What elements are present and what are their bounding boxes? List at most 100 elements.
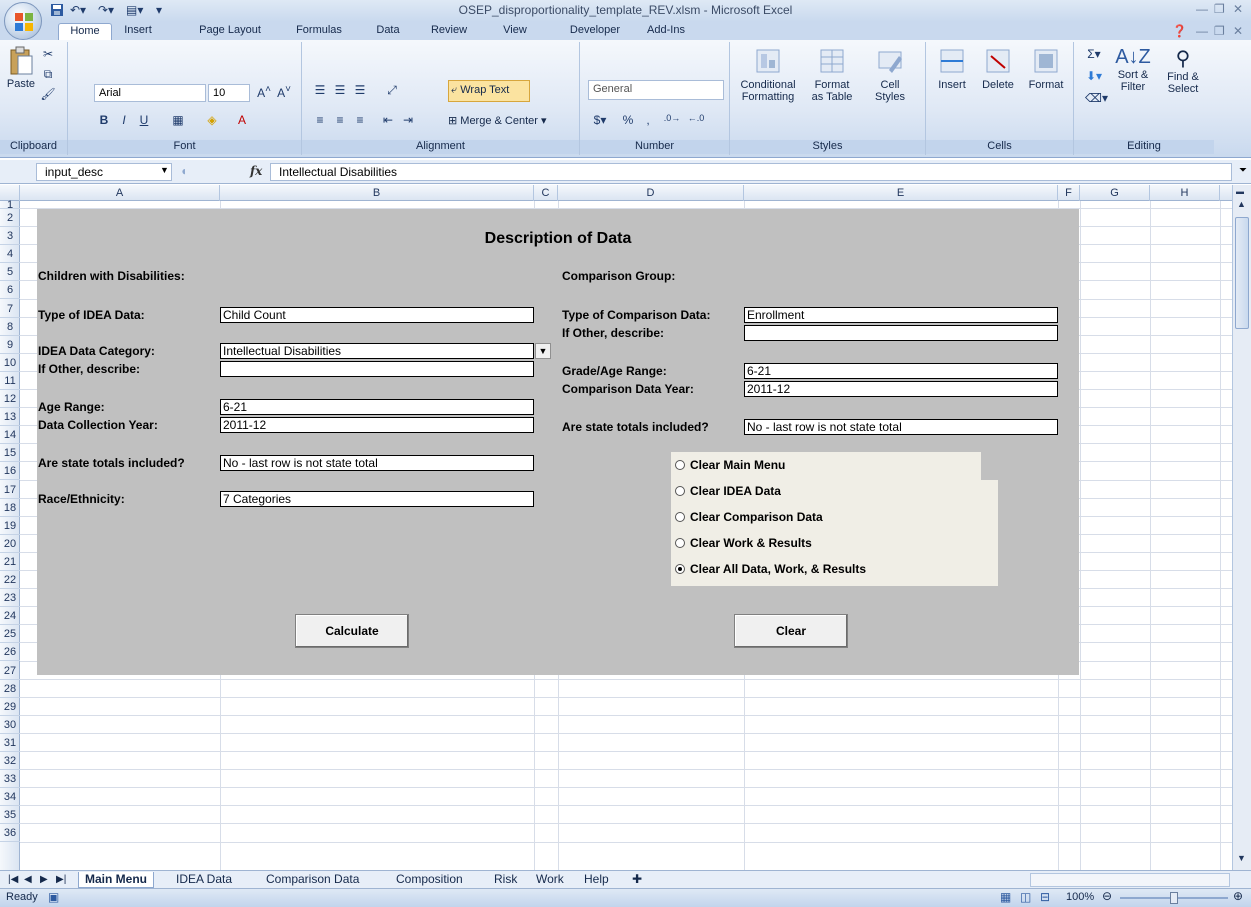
row-header[interactable]: 13 bbox=[0, 408, 20, 427]
find-select-button[interactable]: ⚲ Find & Select bbox=[1160, 46, 1206, 95]
tab-review[interactable]: Review bbox=[425, 23, 473, 40]
tab-data[interactable]: Data bbox=[370, 23, 406, 40]
sheet-tab-risk[interactable]: Risk bbox=[488, 872, 523, 888]
row-header[interactable]: 22 bbox=[0, 571, 20, 590]
radio-clear-comparison-data[interactable]: Clear Comparison Data bbox=[675, 510, 823, 530]
ribbon-minimize-icon[interactable]: — bbox=[1196, 24, 1208, 38]
sort-filter-button[interactable]: A↓Z Sort & Filter bbox=[1110, 46, 1156, 93]
italic-icon[interactable]: I bbox=[114, 112, 134, 130]
row-header[interactable]: 36 bbox=[0, 824, 20, 843]
fill-color-icon[interactable]: ◈ bbox=[202, 112, 222, 130]
row-header[interactable]: 11 bbox=[0, 372, 20, 390]
zoom-slider[interactable] bbox=[1120, 892, 1228, 904]
wrap-text-button[interactable]: ⤶ Wrap Text bbox=[448, 80, 530, 102]
row-header[interactable]: 2 bbox=[0, 209, 20, 228]
radio-clear-main-menu[interactable]: Clear Main Menu bbox=[675, 458, 785, 478]
row-header[interactable]: 17 bbox=[0, 481, 20, 499]
increase-decimal-icon[interactable]: .0→ bbox=[662, 112, 682, 130]
split-box-icon[interactable]: ▬ bbox=[1236, 187, 1244, 196]
comma-icon[interactable]: , bbox=[638, 112, 658, 130]
column-header-b[interactable]: B bbox=[220, 185, 534, 201]
column-header-h[interactable]: H bbox=[1150, 185, 1220, 201]
paste-button[interactable]: Paste bbox=[7, 46, 35, 94]
race-ethnicity-field[interactable]: 7 Categories bbox=[220, 491, 534, 507]
scroll-thumb[interactable] bbox=[1235, 217, 1249, 329]
column-header-f[interactable]: F bbox=[1058, 185, 1080, 201]
row-header[interactable]: 12 bbox=[0, 390, 20, 409]
row-header[interactable]: 21 bbox=[0, 553, 20, 571]
close-icon[interactable]: ✕ bbox=[1233, 2, 1243, 16]
sheet-tab-work[interactable]: Work bbox=[530, 872, 570, 888]
sheet-tab-comparison-data[interactable]: Comparison Data bbox=[260, 872, 365, 888]
font-size-box[interactable]: 10 bbox=[208, 84, 250, 102]
row-header[interactable]: 8 bbox=[0, 318, 20, 336]
column-header-e[interactable]: E bbox=[744, 185, 1058, 201]
align-center-icon[interactable]: ≡ bbox=[330, 112, 350, 130]
currency-icon[interactable]: $▾ bbox=[590, 112, 610, 130]
copy-icon[interactable]: ⧉ bbox=[38, 66, 58, 84]
horizontal-scrollbar[interactable] bbox=[1030, 873, 1230, 887]
sheet-tab-help[interactable]: Help bbox=[578, 872, 615, 888]
restore-icon[interactable]: ❐ bbox=[1214, 2, 1225, 16]
percent-icon[interactable]: % bbox=[618, 112, 638, 130]
row-header[interactable]: 9 bbox=[0, 336, 20, 354]
worksheet-grid[interactable]: Description of Data Children with Disabi… bbox=[20, 201, 1232, 870]
row-header[interactable]: 14 bbox=[0, 426, 20, 445]
minimize-icon[interactable]: — bbox=[1196, 2, 1208, 16]
row-header[interactable]: 26 bbox=[0, 643, 20, 662]
delete-cells-button[interactable]: Delete bbox=[976, 46, 1020, 91]
tab-insert[interactable]: Insert bbox=[116, 23, 160, 40]
collection-year-field[interactable]: 2011-12 bbox=[220, 417, 534, 433]
row-header[interactable]: 33 bbox=[0, 770, 20, 789]
row-header[interactable]: 27 bbox=[0, 662, 20, 680]
row-header[interactable]: 7 bbox=[0, 300, 20, 318]
align-right-icon[interactable]: ≡ bbox=[350, 112, 370, 130]
tab-add-ins[interactable]: Add-Ins bbox=[640, 23, 692, 40]
cut-icon[interactable]: ✂ bbox=[38, 46, 58, 64]
zoom-level[interactable]: 100% bbox=[1066, 891, 1094, 903]
idea-other-field[interactable] bbox=[220, 361, 534, 377]
row-header[interactable]: 1 bbox=[0, 200, 20, 211]
name-box[interactable]: input_desc bbox=[36, 163, 172, 181]
row-header[interactable]: 5 bbox=[0, 263, 20, 282]
row-header[interactable]: 19 bbox=[0, 517, 20, 535]
comparison-type-field[interactable]: Enrollment bbox=[744, 307, 1058, 323]
radio-clear-idea-data[interactable]: Clear IDEA Data bbox=[675, 484, 781, 504]
scroll-up-icon[interactable]: ▲ bbox=[1237, 199, 1246, 209]
page-layout-view-icon[interactable]: ◫ bbox=[1020, 890, 1031, 904]
row-header[interactable]: 3 bbox=[0, 227, 20, 246]
column-header-a[interactable]: A bbox=[20, 185, 220, 201]
row-header[interactable]: 34 bbox=[0, 788, 20, 807]
merge-center-button[interactable]: ⊞ Merge & Center ▾ bbox=[448, 114, 547, 127]
tab-developer[interactable]: Developer bbox=[562, 23, 628, 40]
cell-styles-button[interactable]: Cell Styles bbox=[864, 46, 916, 103]
clear-button[interactable]: Clear bbox=[734, 614, 848, 648]
sheet-tab-main-menu[interactable]: Main Menu bbox=[78, 872, 154, 888]
expand-formula-bar-icon[interactable]: ⏷ bbox=[1239, 165, 1247, 176]
row-header[interactable]: 15 bbox=[0, 444, 20, 463]
row-header[interactable]: 18 bbox=[0, 499, 20, 517]
scroll-down-icon[interactable]: ▼ bbox=[1237, 853, 1246, 863]
underline-icon[interactable]: U bbox=[134, 112, 154, 130]
tab-page-layout[interactable]: Page Layout bbox=[190, 23, 270, 40]
format-painter-icon[interactable]: 🖌 bbox=[38, 86, 58, 104]
grow-font-icon[interactable]: A˄ bbox=[254, 83, 274, 101]
row-header[interactable]: 10 bbox=[0, 354, 20, 372]
clear-icon[interactable]: ⌫▾ bbox=[1084, 90, 1108, 108]
ribbon-close-icon[interactable]: ✕ bbox=[1233, 24, 1243, 38]
vertical-scrollbar[interactable]: ▬ ▲ ▼ bbox=[1232, 185, 1251, 870]
tab-view[interactable]: View bbox=[495, 23, 535, 40]
tab-formulas[interactable]: Formulas bbox=[288, 23, 350, 40]
increase-indent-icon[interactable]: ⇥ bbox=[398, 112, 418, 130]
name-box-dropdown-icon[interactable]: ▼ bbox=[160, 165, 169, 175]
fill-icon[interactable]: ⬇▾ bbox=[1084, 68, 1104, 86]
insert-sheet-icon[interactable]: ✚ bbox=[626, 872, 648, 888]
row-header[interactable]: 28 bbox=[0, 680, 20, 698]
borders-icon[interactable]: ▦ bbox=[168, 112, 188, 130]
zoom-in-icon[interactable]: ⊕ bbox=[1233, 889, 1243, 903]
insert-cells-button[interactable]: Insert bbox=[930, 46, 974, 91]
help-icon[interactable]: ❓ bbox=[1172, 24, 1187, 38]
align-bottom-icon[interactable]: ☰ bbox=[350, 82, 370, 100]
zoom-out-icon[interactable]: ⊖ bbox=[1102, 889, 1112, 903]
formula-input[interactable]: Intellectual Disabilities bbox=[270, 163, 1232, 181]
